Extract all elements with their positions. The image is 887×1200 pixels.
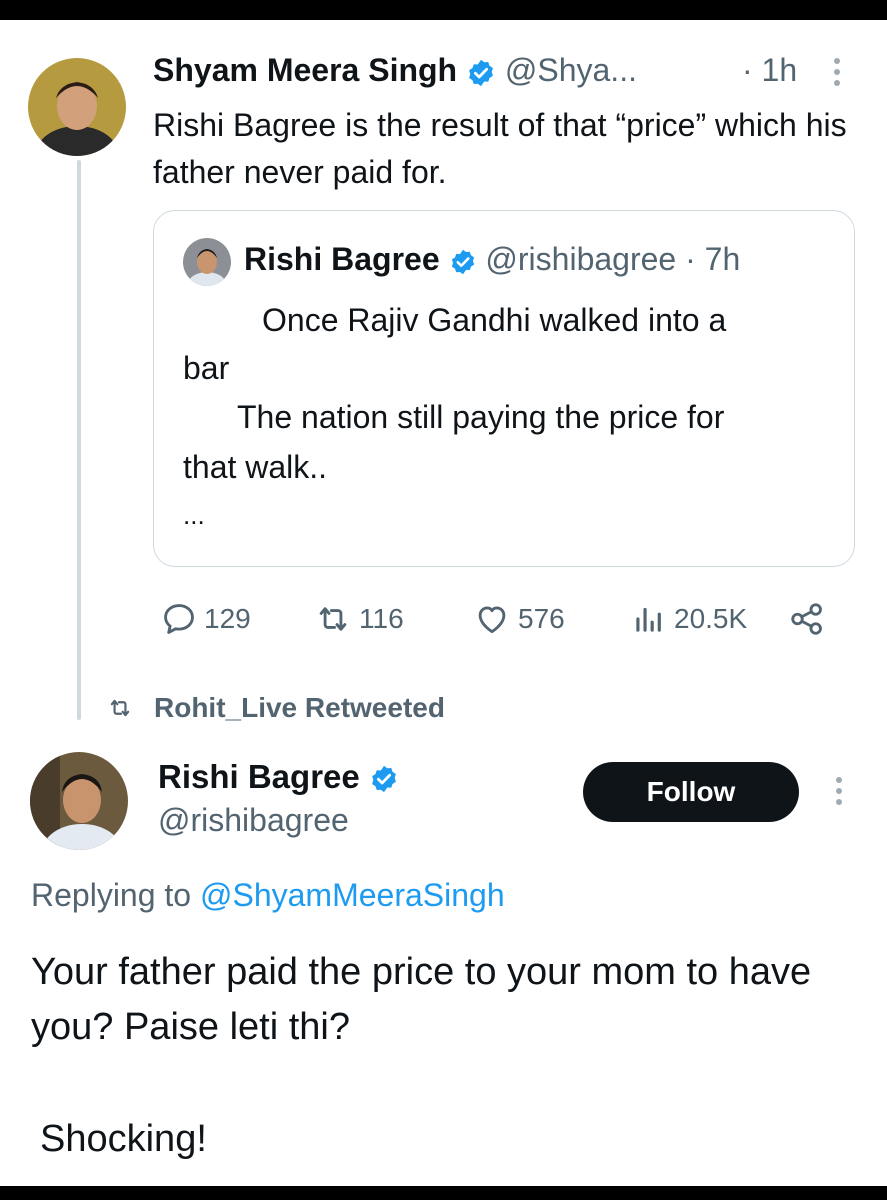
quote-text-line: Once Rajiv Gandhi walked into a	[262, 302, 727, 338]
tweet2-text-continued: Shocking!	[40, 1118, 207, 1160]
bottom-bar	[0, 1186, 887, 1200]
share-icon	[791, 603, 822, 635]
retweet-button[interactable]: 116	[313, 600, 404, 638]
views-count: 20.5K	[674, 603, 748, 634]
retweeted-by-row[interactable]: Rohit_Live Retweeted	[104, 692, 445, 724]
avatar-image	[30, 752, 128, 850]
more-icon[interactable]	[834, 777, 844, 810]
tweet2-author-row: Rishi Bagree	[158, 758, 399, 796]
quote-avatar	[183, 238, 231, 286]
thread-connector-line	[77, 160, 81, 720]
retweeted-by-label: Rohit_Live Retweeted	[154, 692, 445, 723]
replying-to-line: Replying to @ShyamMeeraSingh	[31, 877, 505, 914]
quote-text-ellipsis: ...	[183, 500, 205, 530]
follow-button[interactable]: Follow	[583, 762, 799, 822]
like-count: 576	[518, 603, 565, 634]
quote-header: Rishi Bagree @rishibagree · 7h	[244, 241, 740, 278]
tweet1-action-bar: 129 116 576 20.5K	[155, 600, 845, 640]
avatar-image	[183, 238, 231, 286]
verified-badge-icon	[451, 249, 474, 274]
verified-badge-icon	[372, 766, 396, 793]
quote-text-line: that walk..	[183, 449, 328, 485]
tweet1-text: Rishi Bagree is the result of that “pric…	[153, 107, 847, 190]
quote-author-handle[interactable]: @rishibagree · 7h	[485, 241, 740, 277]
top-bar	[0, 0, 887, 20]
quote-text-line: bar	[183, 350, 230, 386]
reply-count: 129	[204, 603, 251, 634]
like-icon	[478, 606, 506, 634]
replying-to-prefix: Replying to	[31, 877, 192, 913]
share-button[interactable]	[787, 600, 827, 638]
tweet2-author-handle[interactable]: @rishibagree	[158, 802, 349, 839]
like-button[interactable]: 576	[472, 600, 565, 638]
tweet1-author-handle[interactable]: @Shya...	[505, 52, 637, 88]
replying-to-link[interactable]: @ShyamMeeraSingh	[200, 877, 505, 913]
retweet-icon	[110, 699, 130, 717]
retweet-icon	[319, 607, 347, 631]
avatar-rishi[interactable]	[30, 752, 128, 850]
tweet1-author-name[interactable]: Shyam Meera Singh	[153, 52, 457, 88]
views-icon	[636, 607, 661, 632]
retweet-count: 116	[359, 603, 404, 634]
quote-author-name[interactable]: Rishi Bagree	[244, 241, 440, 277]
quote-text-line: The nation still paying the price for	[237, 399, 725, 435]
more-icon[interactable]	[832, 58, 842, 91]
tweet2-author-name[interactable]: Rishi Bagree	[158, 758, 360, 795]
verified-badge-icon	[469, 59, 493, 86]
tweet1-timestamp[interactable]: · 1h	[742, 52, 797, 89]
tweet2-text: Your father paid the price to your mom t…	[31, 951, 812, 1048]
reply-icon	[164, 604, 194, 634]
avatar-shyam[interactable]	[28, 58, 126, 156]
tweet1-header: Shyam Meera Singh @Shya...	[153, 52, 637, 89]
avatar-image	[28, 58, 126, 156]
reply-button[interactable]: 129	[160, 600, 251, 638]
views-button[interactable]: 20.5K	[630, 600, 747, 638]
